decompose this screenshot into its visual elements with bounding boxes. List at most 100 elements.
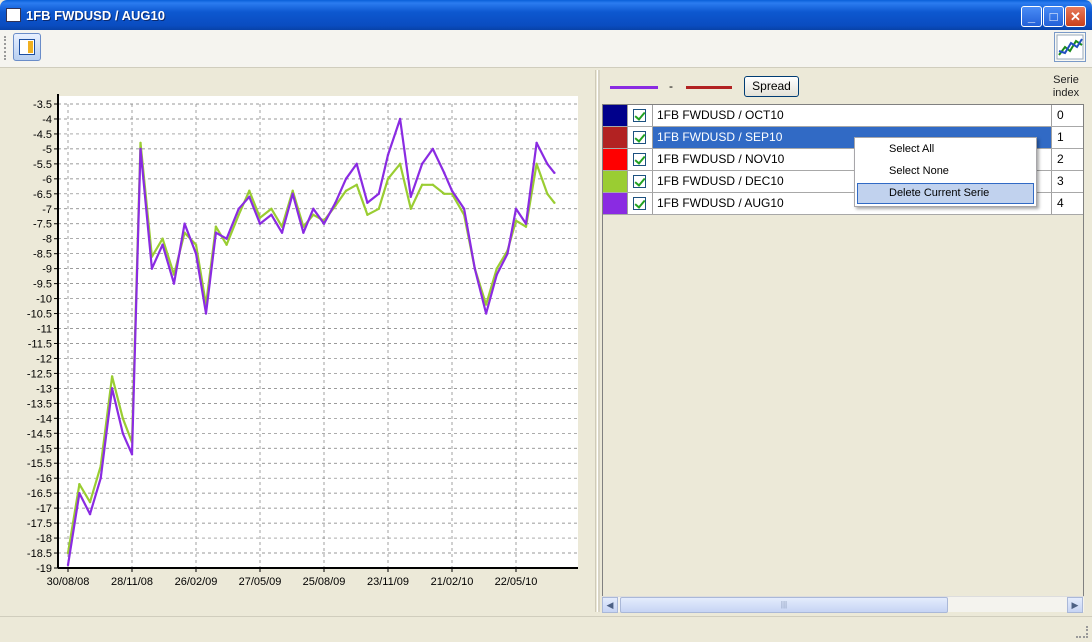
y-tick-label: -6 <box>42 174 52 186</box>
layout-panel-icon <box>19 39 35 55</box>
y-tick-label: -3.5 <box>33 99 52 111</box>
series-checkbox-cell <box>628 193 653 214</box>
close-button[interactable]: ✕ <box>1065 6 1086 27</box>
data-point <box>366 213 369 216</box>
series-color-swatch[interactable] <box>603 127 628 148</box>
data-point <box>442 192 446 196</box>
data-point <box>248 195 251 198</box>
series-visible-checkbox[interactable] <box>633 197 646 210</box>
horizontal-scrollbar[interactable]: ◀ ||| ▶ <box>602 596 1084 613</box>
data-point <box>409 207 412 210</box>
data-point <box>546 192 549 196</box>
data-point <box>280 231 284 234</box>
series-visible-checkbox[interactable] <box>633 131 646 144</box>
data-point <box>553 171 556 175</box>
serie-header-line2: index <box>1052 87 1080 99</box>
data-point <box>450 189 454 193</box>
data-point <box>194 243 198 246</box>
resize-grip-icon[interactable] <box>1076 626 1088 638</box>
y-tick-label: -12 <box>36 353 52 365</box>
data-point <box>473 267 476 270</box>
series-index: 0 <box>1057 108 1064 122</box>
serie-index-header: Serie index <box>1048 74 1084 100</box>
data-point <box>386 153 390 157</box>
y-tick-label: -16 <box>36 473 52 485</box>
data-point <box>312 213 315 216</box>
data-point <box>110 375 114 378</box>
data-point <box>495 267 498 270</box>
x-tick-label: 28/11/08 <box>111 576 153 588</box>
x-tick-label: 27/05/09 <box>239 576 282 588</box>
y-tick-label: -15 <box>36 443 52 455</box>
data-point <box>514 219 518 222</box>
data-point <box>237 213 240 216</box>
data-point <box>88 500 92 504</box>
y-tick-label: -18.5 <box>27 548 52 560</box>
data-point <box>204 312 208 315</box>
y-tick-label: -5.5 <box>33 159 52 171</box>
y-tick-label: -18 <box>36 533 52 545</box>
data-point <box>258 222 262 225</box>
minimize-button[interactable]: _ <box>1021 6 1042 27</box>
data-point <box>312 207 315 210</box>
legend-line-sep10 <box>686 86 732 89</box>
series-row[interactable]: 1FB FWDUSD / OCT10 0 <box>603 105 1083 127</box>
data-point <box>302 231 305 234</box>
series-visible-checkbox[interactable] <box>633 153 646 166</box>
series-color-swatch[interactable] <box>603 149 628 170</box>
series-checkbox-cell <box>628 149 653 170</box>
series-index: 3 <box>1057 174 1064 188</box>
menu-item-select-all[interactable]: Select All <box>857 139 1034 160</box>
chart-view-button[interactable] <box>1054 32 1086 62</box>
legend-line-aug10 <box>610 86 658 89</box>
data-point <box>214 231 218 234</box>
data-point <box>462 207 466 210</box>
y-tick-label: -14 <box>36 413 52 425</box>
chart-trend-icon <box>1056 34 1084 60</box>
data-point <box>291 192 294 196</box>
data-point <box>398 117 402 121</box>
menu-item-delete-current-serie[interactable]: Delete Current Serie <box>857 183 1034 204</box>
title-bar[interactable]: 1FB FWDUSD / AUG10 _ □ ✕ <box>0 0 1092 30</box>
status-bar <box>0 616 1092 642</box>
series-index: 1 <box>1057 130 1064 144</box>
legend-separator: - <box>669 79 673 93</box>
spread-button[interactable]: Spread <box>744 76 799 97</box>
scroll-thumb[interactable]: ||| <box>620 597 948 613</box>
toolbar-grip[interactable] <box>4 36 7 60</box>
series-checkbox-cell <box>628 127 653 148</box>
y-tick-label: -8.5 <box>33 249 52 261</box>
data-point <box>442 171 446 175</box>
y-tick-label: -4.5 <box>33 129 52 141</box>
data-point <box>150 267 154 270</box>
data-point <box>524 222 528 225</box>
series-color-swatch[interactable] <box>603 193 628 214</box>
data-point <box>248 189 251 193</box>
y-tick-label: -9.5 <box>33 279 52 291</box>
data-point <box>553 201 556 204</box>
y-tick-label: -12.5 <box>27 368 52 380</box>
layout-panel-button[interactable] <box>13 33 41 61</box>
serie-header-line1: Serie <box>1053 74 1079 86</box>
series-color-swatch[interactable] <box>603 105 628 126</box>
line-chart[interactable]: -3.5 -4 -4.5 -5 -5.5 -6 -6.5 -7 -7.5 -8 -8.5 -9 -9.5… <box>4 70 596 612</box>
menu-item-select-none[interactable]: Select None <box>857 161 1034 182</box>
series-color-swatch[interactable] <box>603 171 628 192</box>
series-name[interactable]: 1FB FWDUSD / OCT10 <box>653 105 1052 126</box>
data-point <box>535 141 538 145</box>
maximize-button[interactable]: □ <box>1043 6 1064 27</box>
data-point <box>355 162 358 166</box>
y-tick-label: -4 <box>42 114 52 126</box>
y-tick-label: -11.5 <box>28 338 52 350</box>
y-tick-label: -13.5 <box>27 398 52 410</box>
data-point <box>139 147 142 151</box>
chart-pane: -3.5 -4 -4.5 -5 -5.5 -6 -6.5 -7 -7.5 -8 -8.5 -9 -9.5… <box>4 70 596 612</box>
scroll-right-icon[interactable]: ▶ <box>1067 597 1083 613</box>
series-visible-checkbox[interactable] <box>633 109 646 122</box>
data-point <box>495 273 498 276</box>
data-point <box>484 312 488 315</box>
series-visible-checkbox[interactable] <box>633 175 646 188</box>
x-tick-label: 21/02/10 <box>431 576 474 588</box>
scroll-left-icon[interactable]: ◀ <box>602 597 618 613</box>
data-point <box>334 201 337 204</box>
